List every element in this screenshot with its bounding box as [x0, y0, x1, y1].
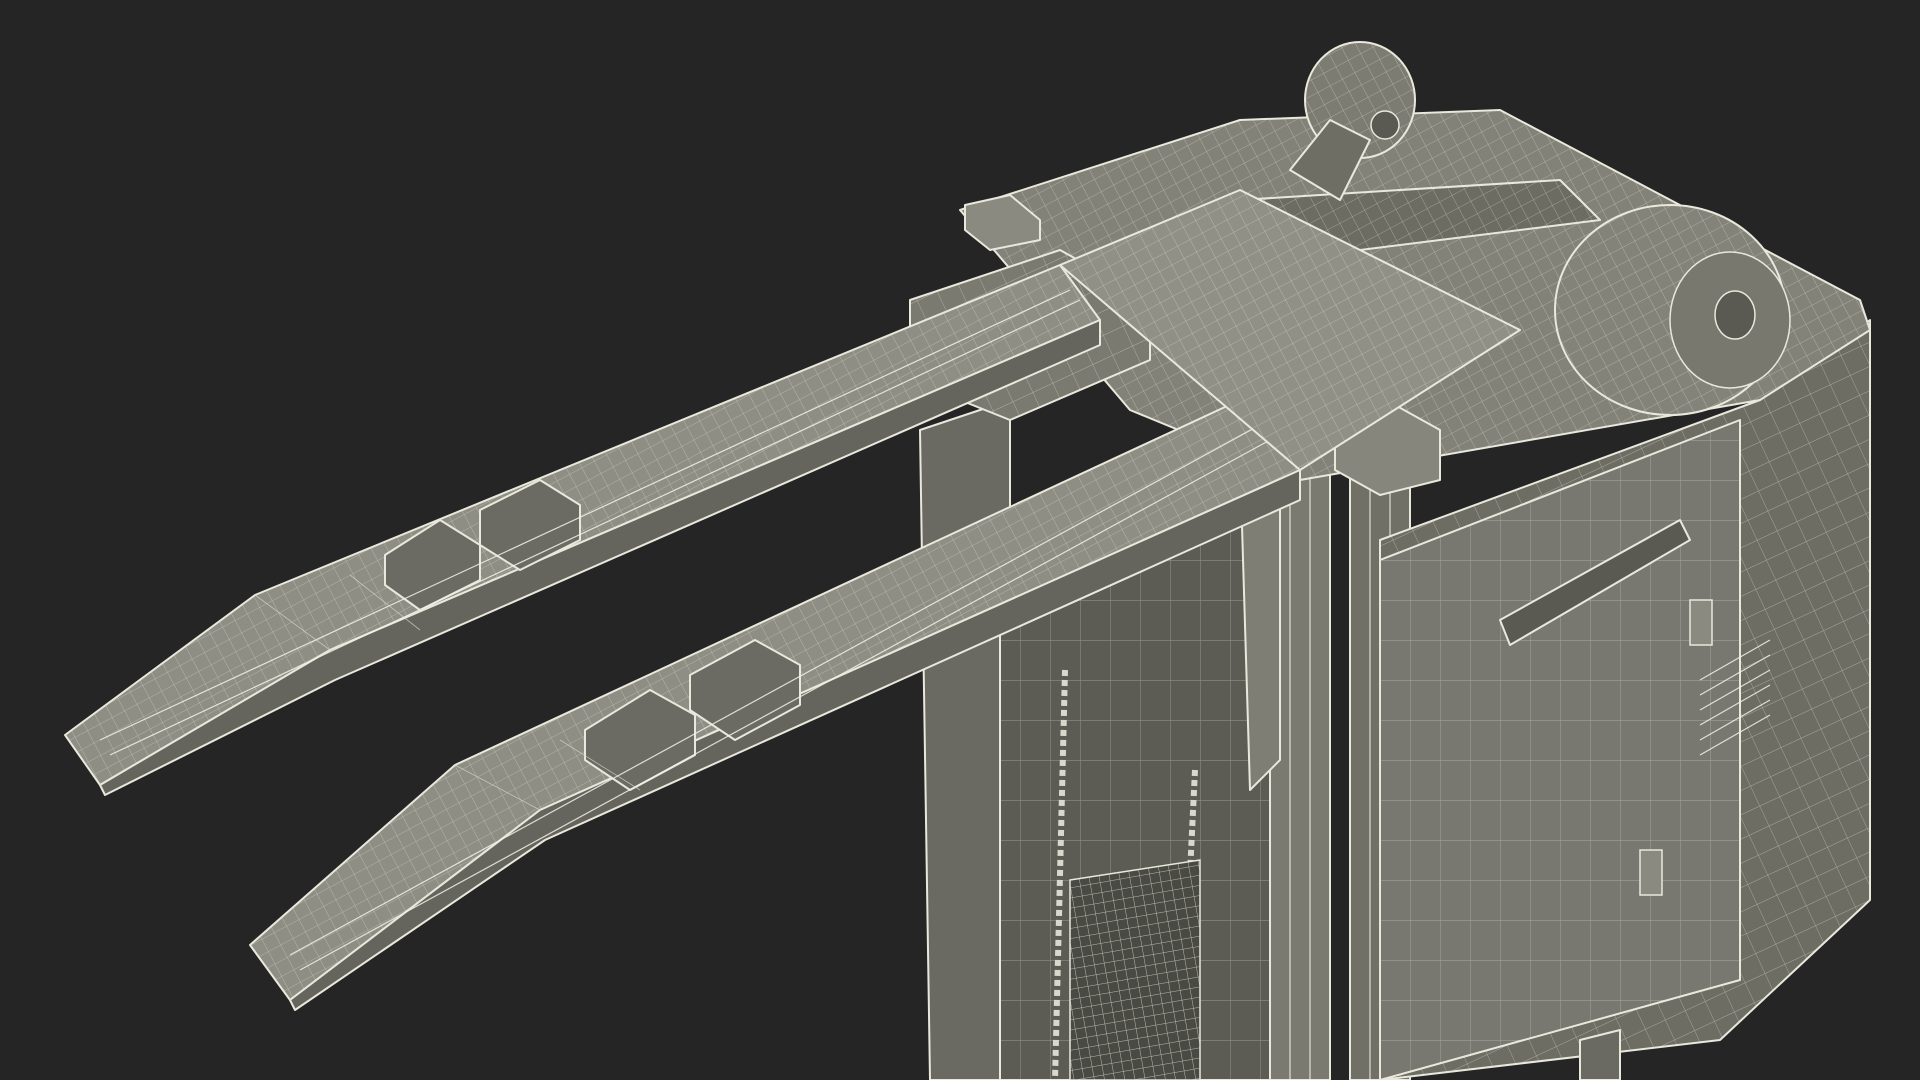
- render-viewport: [0, 0, 1920, 1080]
- forklift-wireframe-render: [64, 41, 1871, 1080]
